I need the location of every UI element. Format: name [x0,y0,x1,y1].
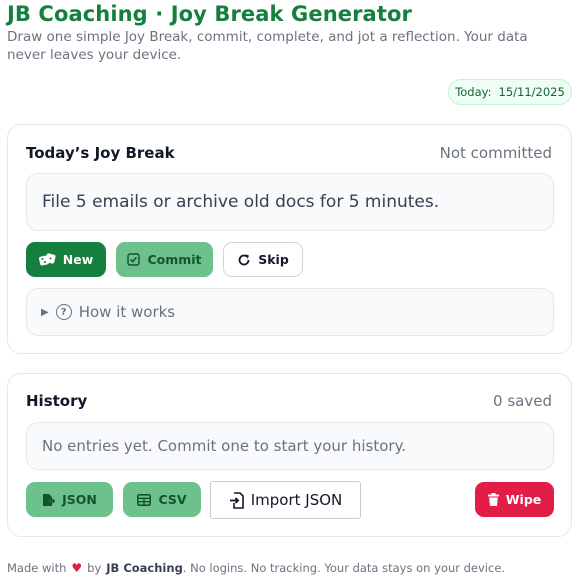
footer-text: JB Coaching. No logins. No tracking. You… [106,561,505,575]
joy-break-prompt: File 5 emails or archive old docs for 5 … [26,173,554,231]
question-circle-icon: ? [55,304,72,320]
commit-button[interactable]: Commit [116,242,213,277]
footer-brand: JB Coaching [106,561,183,575]
table-icon [137,493,152,506]
how-it-works-toggle[interactable]: ▶ ? How it works [26,288,554,336]
export-csv-button[interactable]: CSV [123,482,201,517]
heart-icon: ♥ [71,561,83,575]
history-title: History [26,392,88,410]
refresh-icon [237,253,251,267]
date-chip: Today: 15/11/2025 [448,79,572,105]
export-csv-label: CSV [158,492,187,507]
new-button-label: New [62,252,94,267]
history-card: History 0 saved No entries yet. Commit o… [7,373,572,537]
how-it-works-label: How it works [78,303,176,321]
footer: Made with ♥ by JB Coaching. No logins. N… [7,561,505,575]
saved-count: 0 saved [493,392,552,410]
date-label: Today: [455,85,492,99]
caret-right-icon: ▶ [41,306,49,318]
wipe-button-label: Wipe [505,492,542,507]
history-empty-state: No entries yet. Commit one to start your… [26,422,554,470]
date-value: 15/11/2025 [498,85,565,99]
today-card: Today’s Joy Break Not committed File 5 e… [7,124,572,354]
checkbox-icon [127,253,141,266]
commit-status: Not committed [439,144,552,162]
file-import-icon [229,491,244,509]
new-button[interactable]: New [26,242,106,277]
import-json-button[interactable]: Import JSON [210,481,361,519]
file-export-icon [42,493,56,507]
skip-button[interactable]: Skip [223,242,303,277]
import-json-label: Import JSON [250,491,343,509]
app-subtitle: Draw one simple Joy Break, commit, compl… [7,29,528,63]
footer-made-with: Made with [7,561,67,575]
skip-button-label: Skip [258,252,289,267]
app-title: JB Coaching · Joy Break Generator [7,2,412,26]
export-json-label: JSON [62,492,97,507]
today-card-title: Today’s Joy Break [26,144,175,162]
wipe-button[interactable]: Wipe [475,482,554,517]
commit-button-label: Commit [147,252,202,267]
export-json-button[interactable]: JSON [26,482,113,517]
trash-icon [487,493,499,506]
dice-icon [38,252,56,267]
footer-by: by [87,561,102,575]
footer-rest: . No logins. No tracking. Your data stay… [182,561,506,575]
